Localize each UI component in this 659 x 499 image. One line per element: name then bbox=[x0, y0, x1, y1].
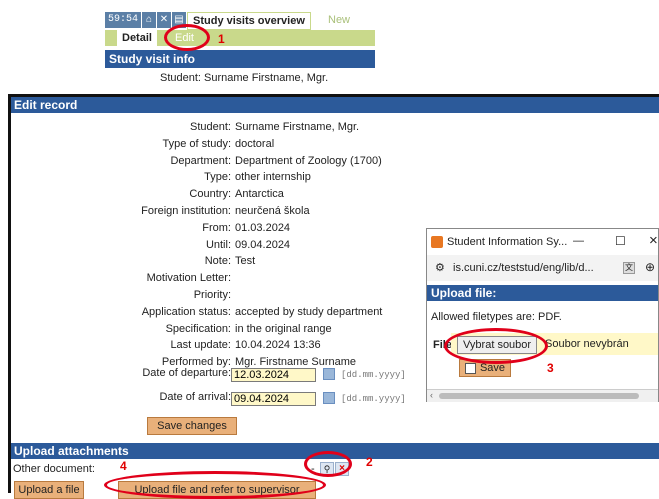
home-icon[interactable]: ⌂ bbox=[142, 12, 156, 28]
annotation-4: 4 bbox=[120, 459, 127, 473]
edit-record-title: Edit record bbox=[11, 97, 659, 113]
upload-file-header: Upload file: bbox=[427, 285, 658, 301]
arrival-date-input[interactable] bbox=[231, 392, 316, 406]
no-file-chosen-text: Soubor nevybrán bbox=[545, 338, 629, 350]
popup-titlebar: Student Information Sy... — ☐ × bbox=[427, 229, 658, 255]
minimize-button[interactable]: — bbox=[573, 235, 584, 247]
field-label: Last update: bbox=[170, 339, 231, 352]
annotation-ring-icons bbox=[304, 451, 352, 477]
other-document-label: Other document: bbox=[13, 463, 95, 475]
field-row: Application status: accepted by study dep… bbox=[11, 304, 411, 320]
field-value: in the original range bbox=[235, 322, 332, 335]
field-value: Department of Zoology (1700) bbox=[235, 154, 382, 167]
horizontal-scrollbar[interactable]: ‹ bbox=[427, 389, 658, 402]
field-row: Motivation Letter: bbox=[11, 270, 411, 286]
scroll-left-icon[interactable]: ‹ bbox=[430, 390, 433, 400]
field-row: Note: Test bbox=[11, 253, 411, 269]
annotation-ring-choose-file bbox=[444, 328, 548, 364]
field-label: Priority: bbox=[193, 289, 231, 301]
popup-window-title: Student Information Sy... bbox=[447, 236, 568, 248]
field-label: Motivation Letter: bbox=[146, 272, 231, 285]
field-label: Note: bbox=[204, 255, 231, 268]
section-title: Study visit info bbox=[105, 50, 375, 68]
field-row: Foreign institution: neurčená škola bbox=[11, 203, 411, 219]
student-line: Student: Surname Firstname, Mgr. bbox=[160, 72, 329, 84]
annotation-3: 3 bbox=[547, 361, 554, 375]
close-icon[interactable]: ✕ bbox=[157, 12, 171, 28]
field-row: Department: Department of Zoology (1700) bbox=[11, 153, 411, 169]
field-label: Department: bbox=[170, 154, 231, 167]
tab-study-visits-overview[interactable]: Study visits overview bbox=[187, 12, 311, 30]
subtab-detail[interactable]: Detail bbox=[117, 30, 157, 46]
arrival-label: Date of arrival: bbox=[159, 391, 231, 403]
field-value: Test bbox=[235, 255, 256, 268]
date-format-hint: [dd.mm.yyyy] bbox=[341, 370, 406, 380]
translate-icon[interactable]: 文 bbox=[623, 262, 635, 274]
field-value: 01.03.2024 bbox=[235, 221, 291, 234]
maximize-button[interactable]: ☐ bbox=[615, 234, 626, 248]
field-value: neurčená škola bbox=[235, 205, 310, 217]
upload-file-button[interactable]: Upload a file bbox=[14, 481, 84, 499]
field-label: Type of study: bbox=[162, 137, 231, 150]
field-label: Until: bbox=[205, 238, 231, 251]
save-changes-button[interactable]: Save changes bbox=[147, 417, 237, 435]
calendar-icon[interactable] bbox=[323, 392, 335, 404]
field-value: Surname Firstname, Mgr. bbox=[235, 121, 360, 133]
address-bar[interactable]: ⚙ is.cuni.cz/teststud/eng/lib/d... 文 ⊕ bbox=[427, 255, 658, 281]
field-label: Application status: bbox=[141, 305, 231, 318]
app-icon bbox=[431, 236, 443, 248]
background-window: 59:54 ⌂ ✕ ▤ Study visits overview New De… bbox=[105, 10, 375, 94]
calendar-icon[interactable] bbox=[323, 368, 335, 380]
field-row: Last update: 10.04.2024 13:36 bbox=[11, 337, 411, 353]
field-row: Country: Antarctica bbox=[11, 186, 411, 202]
field-value: other internship bbox=[235, 171, 311, 184]
date-format-hint: [dd.mm.yyyy] bbox=[341, 394, 406, 404]
field-label: From: bbox=[202, 221, 231, 234]
field-value: 10.04.2024 13:36 bbox=[235, 339, 321, 352]
session-timer: 59:54 bbox=[105, 12, 142, 28]
field-label: Specification: bbox=[165, 322, 231, 335]
scrollbar-thumb[interactable] bbox=[439, 393, 639, 399]
field-row: Type: other internship bbox=[11, 169, 411, 185]
annotation-ring-upload-refer bbox=[104, 471, 326, 499]
tab-new[interactable]: New bbox=[323, 12, 355, 28]
annotation-ring-edit bbox=[164, 24, 210, 51]
field-value: 09.04.2024 bbox=[235, 238, 291, 251]
allowed-filetypes-text: Allowed filetypes are: PDF. bbox=[431, 311, 562, 323]
save-icon bbox=[464, 362, 476, 374]
field-label: Student: bbox=[190, 121, 231, 133]
upload-popup-window: Student Information Sy... — ☐ × ⚙ is.cun… bbox=[426, 228, 659, 402]
field-row: From: 01.03.2024 bbox=[11, 220, 411, 236]
annotation-2: 2 bbox=[366, 455, 373, 469]
field-value: doctoral bbox=[235, 137, 275, 150]
field-row: Specification: in the original range bbox=[11, 321, 411, 337]
sub-tab-bar: Detail Edit bbox=[105, 30, 375, 46]
zoom-icon[interactable]: ⊕ bbox=[645, 260, 655, 274]
field-value: Antarctica bbox=[235, 188, 284, 201]
close-window-button[interactable]: × bbox=[649, 232, 658, 249]
departure-date-input[interactable] bbox=[231, 368, 316, 382]
field-row: Until: 09.04.2024 bbox=[11, 237, 411, 253]
annotation-1: 1 bbox=[218, 32, 225, 46]
field-label: Type: bbox=[204, 171, 231, 184]
field-value: accepted by study department bbox=[235, 305, 383, 318]
field-row: Type of study: doctoral bbox=[11, 136, 411, 152]
url-text[interactable]: is.cuni.cz/teststud/eng/lib/d... bbox=[453, 262, 594, 274]
field-row: Student: Surname Firstname, Mgr. bbox=[11, 119, 411, 135]
top-tab-bar: 59:54 ⌂ ✕ ▤ Study visits overview New bbox=[105, 10, 375, 30]
field-row: Priority: bbox=[11, 287, 411, 303]
site-info-icon[interactable]: ⚙ bbox=[435, 261, 445, 274]
field-label: Country: bbox=[189, 188, 231, 201]
field-label: Foreign institution: bbox=[141, 205, 231, 217]
departure-label: Date of departure: bbox=[142, 367, 231, 379]
